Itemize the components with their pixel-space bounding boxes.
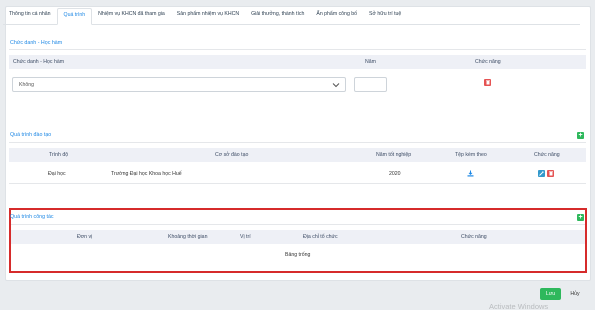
column-header-school: Cơ sở đào tạo	[215, 152, 249, 158]
academic-title-select[interactable]: Không	[12, 77, 346, 92]
column-header-level: Trình độ	[49, 152, 69, 158]
table-header-work: Đơn vị Khoảng thời gian Vị trí Địa chỉ t…	[11, 230, 585, 244]
column-header-title: Chức danh - Học hàm	[13, 59, 65, 65]
cancel-button[interactable]: Hủy	[566, 288, 584, 300]
column-header-position: Vị trí	[240, 234, 251, 240]
plus-icon: +	[578, 214, 583, 221]
tab-publications[interactable]: Ấn phẩm công bố	[310, 8, 363, 24]
activate-windows-watermark: Activate Windows	[489, 302, 549, 310]
tab-awards[interactable]: Giải thưởng, thành tích	[245, 8, 310, 24]
download-icon[interactable]	[467, 170, 474, 177]
column-header-unit: Đơn vị	[77, 234, 93, 240]
column-header-grad-year: Năm tốt nghiệp	[376, 152, 412, 158]
empty-table-text: Bảng trống	[285, 252, 311, 258]
column-header-actions: Chức năng	[534, 152, 560, 158]
column-header-actions: Chức năng	[461, 234, 487, 240]
divider	[9, 183, 586, 184]
table-header-academic-title: Chức danh - Học hàm Năm Chức năng	[9, 55, 586, 69]
tab-bar: Thông tin cá nhân Quá trình Nhiệm vụ KHC…	[3, 8, 580, 25]
add-work-button[interactable]: +	[577, 214, 584, 221]
cell-level: Đại học	[48, 171, 66, 177]
add-training-button[interactable]: +	[577, 132, 584, 139]
column-header-period: Khoảng thời gian	[168, 234, 208, 240]
column-header-actions: Chức năng	[475, 59, 501, 65]
cell-grad-year: 2020	[389, 171, 401, 177]
select-value: Không	[19, 82, 35, 88]
delete-button[interactable]	[547, 170, 554, 177]
section-title-work: Quá trình công tác	[10, 214, 54, 220]
tab-task-products[interactable]: Sản phẩm nhiệm vụ KHCN	[171, 8, 245, 24]
delete-button[interactable]	[484, 79, 491, 86]
tab-intellectual-property[interactable]: Sở hữu trí tuệ	[363, 8, 407, 24]
trash-icon	[548, 171, 553, 176]
divider	[9, 142, 586, 143]
trash-icon	[485, 80, 490, 85]
tab-research-tasks[interactable]: Nhiệm vụ KHCN đã tham gia	[92, 8, 171, 24]
chevron-down-icon	[332, 83, 340, 88]
year-input[interactable]	[354, 77, 387, 92]
save-button[interactable]: Lưu	[540, 288, 561, 300]
plus-icon: +	[578, 132, 583, 139]
column-header-year: Năm	[365, 59, 376, 65]
column-header-attachment: Tệp kèm theo	[455, 152, 487, 158]
tab-personal-info[interactable]: Thông tin cá nhân	[3, 8, 57, 24]
table-header-training: Trình độ Cơ sở đào tạo Năm tốt nghiệp Tệ…	[9, 148, 586, 162]
edit-button[interactable]	[538, 170, 545, 177]
section-title-academic-title: Chức danh - Học hàm	[10, 40, 63, 46]
tab-process[interactable]: Quá trình	[56, 8, 93, 25]
column-header-org-address: Địa chỉ tổ chức	[303, 234, 338, 240]
pencil-icon	[539, 171, 544, 176]
cell-school: Trường Đại học Khoa học Huế	[111, 171, 182, 177]
section-title-training: Quá trình đào tạo	[10, 132, 52, 138]
divider	[11, 224, 585, 225]
divider	[9, 49, 586, 50]
